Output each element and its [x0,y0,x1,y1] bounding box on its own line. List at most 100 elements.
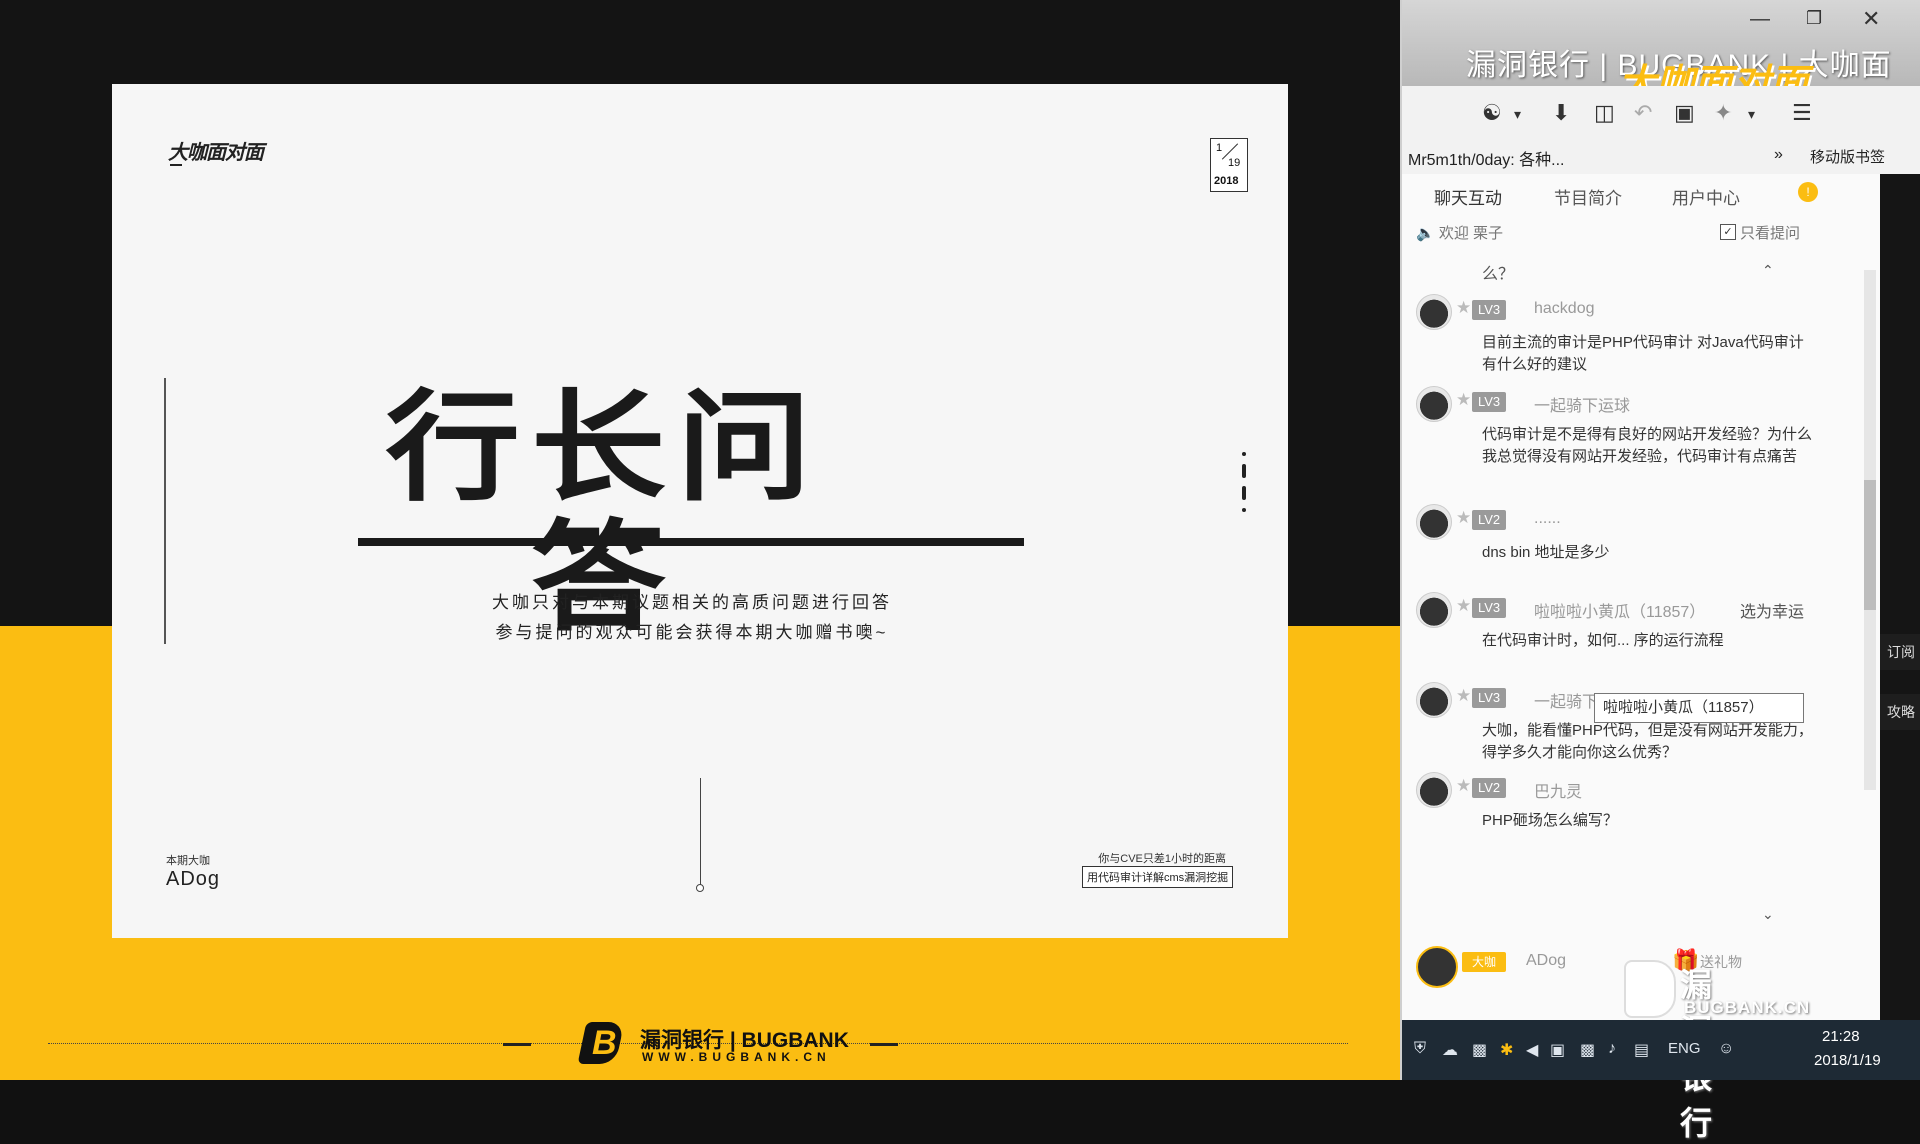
slide-subtitle-line-1: 大咖只对与本期议题相关的高质问题进行回答 [492,593,892,612]
minimize-icon[interactable]: — [1750,8,1770,31]
message-text: 目前主流的审计是PHP代码审计 对Java代码审计 有什么好的建议 [1482,334,1804,373]
bugbank-watermark-logo-icon [1624,960,1676,1018]
welcome-label: 欢迎 栗子 [1438,225,1504,242]
guide-button[interactable]: 攻略 [1880,694,1920,730]
presentation-slide: 大咖面对面 1 19 2018 行长问答 大咖只对与本期议题相关的高质问题进行回… [112,84,1288,938]
avatar[interactable] [1416,682,1452,718]
lucky-select-link[interactable]: 选为幸运 [1740,598,1804,622]
slide-brand: 大咖面对面 [168,140,264,164]
window-titlebar[interactable]: 漏洞银行 | BUGBANK | 大咖面对面 大咖面对面 — ❐ ✕ [1402,0,1920,126]
indicator-dot [1242,486,1246,500]
welcome-text: 🔈 欢迎 栗子 [1416,222,1503,243]
download-icon[interactable]: ⬇ [1552,100,1570,126]
system-taskbar: ⛨ ☁ ▩ ✱ ◀ ▣ ▩ ♪ ▤ ENG ☺ 21:28 2018/1/19 [1402,1020,1920,1080]
star-icon: ★ [1456,686,1472,705]
scroll-down-icon[interactable]: ⌄ [1762,906,1774,923]
level-badge: LV2 [1472,510,1507,530]
shield-icon[interactable]: ⛨ [1414,1040,1426,1058]
screenshot-icon[interactable]: ▣ [1674,100,1695,126]
right-action-strip: 订阅 攻略 [1880,174,1920,1020]
username[interactable]: 啦啦啦小黄瓜（11857） [1534,598,1705,622]
emoji-icon[interactable]: ☺ [1718,1040,1734,1058]
bookmarks-bar: Mr5m1th/0day: 各种... » 移动版书签 [1402,138,1920,175]
notification-badge: ! [1798,182,1818,202]
star-icon: ★ [1456,596,1472,615]
close-icon[interactable]: ✕ [1862,6,1880,32]
avatar[interactable] [1416,592,1452,628]
star-icon: ★ [1456,776,1472,795]
username[interactable]: 一起骑下运球 [1534,392,1630,416]
level-badge: LV3 [1472,300,1507,320]
indicator-dot [1242,464,1246,478]
ime-indicator[interactable]: ENG [1668,1040,1701,1057]
speaker-icon[interactable]: ♪ [1608,1040,1616,1058]
username-tooltip: 啦啦啦小黄瓜（11857） [1594,693,1804,723]
avatar[interactable] [1416,294,1452,330]
display-icon[interactable]: ▣ [1550,1040,1565,1060]
app-icon[interactable]: ✱ [1500,1040,1513,1060]
chat-partial-text: 么？ [1482,266,1515,283]
footer-dash-left [503,1043,531,1046]
restore-icon[interactable]: ❐ [1806,8,1822,29]
browser-side-panel: 漏洞银行 | BUGBANK | 大咖面对面 大咖面对面 — ❐ ✕ ☯ ▾ ⬇… [1400,0,1920,1141]
date-badge: 1 19 2018 [1210,138,1248,192]
palette-icon[interactable]: ☯ [1482,100,1502,126]
undo-icon[interactable]: ↶ [1634,100,1652,126]
network-icon[interactable]: ▩ [1472,1040,1487,1060]
chevron-down-icon[interactable]: ▾ [1748,106,1755,123]
volume-icon[interactable]: ◀ [1526,1040,1538,1060]
avatar[interactable] [1416,386,1452,422]
subscribe-button[interactable]: 订阅 [1880,634,1920,670]
slide-subtitle-line-2: 参与提问的观众可能会获得本期大咖赠书噢~ [495,623,889,642]
level-badge: LV3 [1472,598,1507,618]
avatar[interactable] [1416,504,1452,540]
username[interactable]: ...... [1534,510,1561,528]
only-questions-checkbox[interactable]: ✓ [1720,224,1736,240]
footer-url: WWW.BUGBANK.CN [642,1050,831,1064]
indicator-dot [1242,452,1246,456]
chevron-down-icon[interactable]: ▾ [1514,106,1521,123]
center-line-end [696,884,704,892]
cve-note: 你与CVE只差1小时的距离 [1098,853,1226,865]
message-icon[interactable]: ▤ [1634,1040,1649,1060]
guest-label: 本期大咖 [166,855,210,867]
brand-underline [170,164,182,166]
date-year: 2018 [1214,175,1239,187]
left-vertical-rule [164,378,166,644]
message-text: PHP砸场怎么编写？ [1482,812,1618,829]
clock-date[interactable]: 2018/1/19 [1814,1052,1881,1069]
date-day: 19 [1228,157,1241,169]
message-text: dns bin 地址是多少 [1482,544,1610,561]
sidebar-icon[interactable]: ◫ [1594,100,1615,126]
tab-user-center[interactable]: 用户中心 [1672,184,1740,209]
dot-indicator [1242,452,1246,522]
avatar[interactable] [1416,772,1452,808]
message-text: 大咖，能看懂PHP代码，但是没有网站开发能力，得学多久才能向你这么优秀？ [1482,722,1813,761]
username[interactable]: hackdog [1534,300,1595,318]
speaker-icon: 🔈 [1416,225,1435,242]
tab-chat[interactable]: 聊天互动 [1434,184,1502,209]
star-icon: ★ [1456,508,1472,527]
avatar[interactable] [1416,946,1458,988]
only-questions-label[interactable]: 只看提问 [1740,222,1800,243]
my-username: ADog [1526,952,1567,969]
battery-icon[interactable]: ▩ [1580,1040,1595,1060]
level-badge: LV2 [1472,778,1507,798]
bookmark-item[interactable]: Mr5m1th/0day: 各种... [1408,146,1565,170]
clock-time[interactable]: 21:28 [1822,1028,1860,1045]
mobile-bookmarks[interactable]: 移动版书签 [1810,146,1885,167]
chat-list[interactable]: 么？ ★ LV3 hackdog 目前主流的审计是PHP代码审计 对Java代码… [1402,250,1880,1020]
scroll-up-icon[interactable]: ⌃ [1762,262,1774,279]
message-text: 代码审计是不是得有良好的网站开发经验？为什么我总觉得没有网站开发经验，代码审计有… [1482,426,1813,465]
tab-program[interactable]: 节目简介 [1554,184,1622,209]
chat-scrollbar-thumb[interactable] [1864,480,1876,610]
cve-topic: 用代码审计详解cms漏洞挖掘 [1082,866,1234,888]
browser-toolbar: ☯ ▾ ⬇ ◫ ↶ ▣ ✦ ▾ ☰ [1402,86,1920,138]
pin-icon[interactable]: ✦ [1714,100,1732,126]
bugbank-logo-letter: B [592,1024,617,1062]
guest-badge: 大咖 [1462,952,1506,972]
menu-icon[interactable]: ☰ [1792,100,1812,126]
bookmarks-more-button[interactable]: » [1774,146,1783,164]
wechat-icon[interactable]: ☁ [1442,1040,1458,1060]
username[interactable]: 巴九灵 [1534,778,1582,802]
